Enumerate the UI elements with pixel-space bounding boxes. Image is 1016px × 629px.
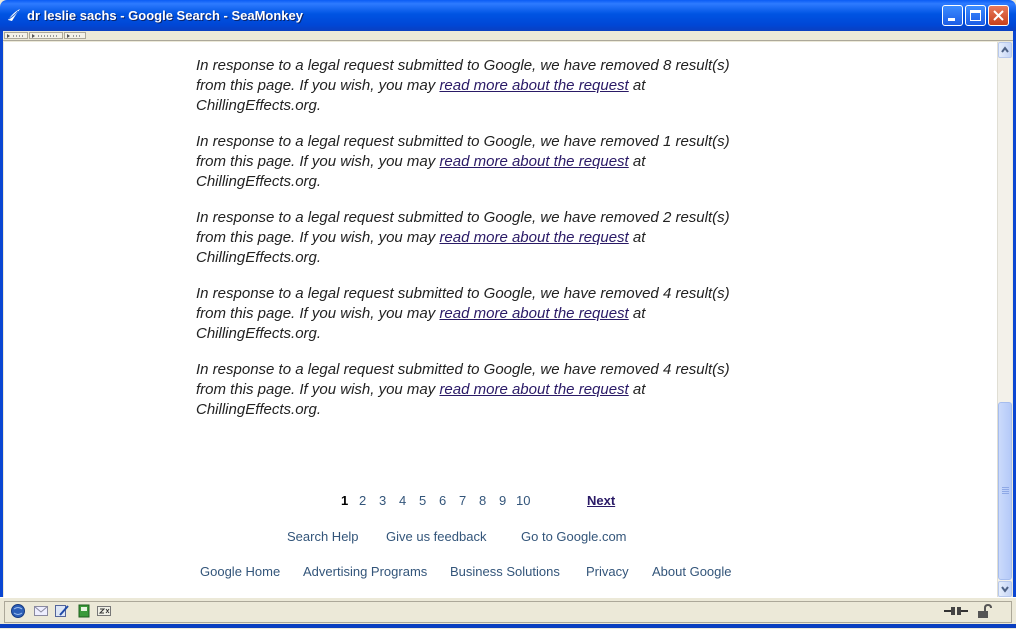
- close-button[interactable]: [988, 5, 1009, 26]
- toolbar-grippy-strip: [0, 31, 1016, 41]
- status-panel: [4, 601, 1012, 623]
- give-feedback-link[interactable]: Give us feedback: [386, 529, 486, 544]
- page-number-link[interactable]: 9: [499, 493, 506, 508]
- close-icon: [993, 10, 1004, 21]
- page-number-current: 1: [341, 493, 349, 508]
- window-frame-left: [0, 31, 3, 628]
- next-page-link[interactable]: Next: [587, 493, 615, 508]
- security-lock-icon[interactable]: [976, 603, 992, 619]
- address-book-icon[interactable]: [76, 603, 92, 619]
- removal-notice: In response to a legal request submitted…: [196, 284, 736, 344]
- page-number-link[interactable]: 2: [359, 493, 366, 508]
- window-title: dr leslie sachs - Google Search - SeaMon…: [27, 8, 303, 23]
- read-more-link[interactable]: read more about the request: [439, 229, 628, 246]
- vertical-scrollbar[interactable]: [997, 42, 1012, 597]
- navigation-toolbar-grippy[interactable]: [4, 32, 28, 39]
- chevron-down-icon: [1001, 586, 1009, 593]
- page-number-link[interactable]: 4: [399, 493, 406, 508]
- read-more-link[interactable]: read more about the request: [439, 381, 628, 398]
- page-number-link[interactable]: 10: [516, 493, 530, 508]
- google-home-link[interactable]: Google Home: [200, 564, 280, 579]
- pagination: 1 2 3 4 5 6 7 8 9 10 Next: [4, 493, 997, 513]
- go-to-google-link[interactable]: Go to Google.com: [521, 529, 627, 544]
- read-more-link[interactable]: read more about the request: [439, 153, 628, 170]
- removal-notice: In response to a legal request submitted…: [196, 132, 736, 192]
- page-number-link[interactable]: 3: [379, 493, 386, 508]
- minimize-icon: [948, 18, 955, 21]
- business-solutions-link[interactable]: Business Solutions: [450, 564, 560, 579]
- page-number-link[interactable]: 8: [479, 493, 486, 508]
- page-number-link[interactable]: 7: [459, 493, 466, 508]
- removal-notice: In response to a legal request submitted…: [196, 208, 736, 268]
- mail-icon[interactable]: [33, 603, 49, 619]
- advertising-programs-link[interactable]: Advertising Programs: [303, 564, 427, 579]
- offline-connection-icon[interactable]: [943, 603, 969, 619]
- seamonkey-app-icon: [8, 9, 20, 21]
- scroll-up-button[interactable]: [998, 42, 1012, 58]
- composer-icon[interactable]: [54, 603, 70, 619]
- read-more-link[interactable]: read more about the request: [439, 305, 628, 322]
- page-number-link[interactable]: 5: [419, 493, 426, 508]
- about-google-link[interactable]: About Google: [652, 564, 732, 579]
- page-number-link[interactable]: 6: [439, 493, 446, 508]
- removal-notice: In response to a legal request submitted…: [196, 56, 736, 116]
- irc-chat-icon[interactable]: [96, 603, 112, 619]
- personal-toolbar-grippy[interactable]: [29, 32, 63, 39]
- maximize-icon: [970, 10, 981, 21]
- window-frame-bottom: [0, 624, 1016, 628]
- read-more-link[interactable]: read more about the request: [439, 77, 628, 94]
- scroll-down-button[interactable]: [998, 581, 1012, 597]
- maximize-button[interactable]: [965, 5, 986, 26]
- globe-icon[interactable]: [10, 603, 26, 619]
- removal-notice: In response to a legal request submitted…: [196, 360, 736, 420]
- menu-toolbar-grippy[interactable]: [64, 32, 86, 39]
- window-titlebar[interactable]: dr leslie sachs - Google Search - SeaMon…: [0, 0, 1016, 31]
- chevron-up-icon: [1001, 46, 1009, 53]
- search-help-link[interactable]: Search Help: [287, 529, 359, 544]
- scrollbar-thumb[interactable]: [998, 402, 1012, 580]
- privacy-link[interactable]: Privacy: [586, 564, 629, 579]
- page-content: In response to a legal request submitted…: [4, 42, 997, 597]
- minimize-button[interactable]: [942, 5, 963, 26]
